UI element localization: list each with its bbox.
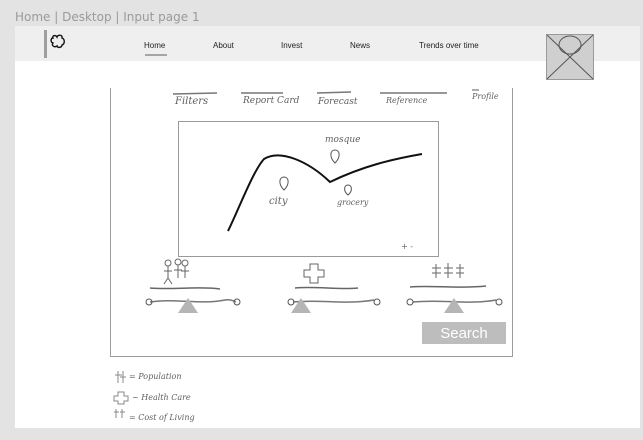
map-label-grocery: grocery — [337, 198, 369, 207]
legend-cost-of-living: = Cost of Living — [129, 413, 195, 422]
population-icon — [149, 258, 221, 290]
logo-icon[interactable] — [50, 34, 66, 50]
cost-of-living-slider-handle[interactable] — [444, 298, 464, 314]
nav-home[interactable]: Home — [144, 41, 165, 50]
search-button[interactable]: Search — [422, 322, 506, 344]
map-label-city: city — [269, 196, 288, 207]
nav-invest[interactable]: Invest — [281, 41, 302, 50]
trend-line-sketch — [227, 149, 423, 232]
filter-reference[interactable]: Reference — [386, 96, 427, 105]
filter-filters[interactable]: Filters — [175, 96, 208, 107]
nav-news[interactable]: News — [350, 41, 370, 50]
health-care-icon — [294, 263, 359, 290]
legend-health-care: ~ Health Care — [132, 393, 191, 402]
nav-trends-over-time[interactable]: Trends over time — [419, 41, 479, 50]
map-zoom-controls[interactable]: + - — [401, 242, 413, 251]
breadcrumb: Home | Desktop | Input page 1 — [15, 10, 200, 24]
nav-accent-bar — [44, 30, 47, 58]
map-label-mosque: mosque — [325, 135, 361, 145]
image-placeholder-icon — [546, 34, 594, 80]
health-care-slider-handle[interactable] — [291, 298, 311, 314]
nav-home-underline — [145, 54, 167, 56]
image-placeholder[interactable] — [546, 34, 594, 80]
cost-of-living-icon — [409, 263, 487, 288]
nav-about[interactable]: About — [213, 41, 234, 50]
filter-forecast[interactable]: Forecast — [318, 97, 357, 107]
filter-report-card[interactable]: Report Card — [243, 96, 299, 106]
artboard: Home About Invest News Trends over time … — [15, 26, 640, 428]
filter-profile[interactable]: Profile — [472, 92, 499, 101]
population-slider-handle[interactable] — [178, 298, 198, 314]
legend-population: = Population — [129, 372, 182, 381]
